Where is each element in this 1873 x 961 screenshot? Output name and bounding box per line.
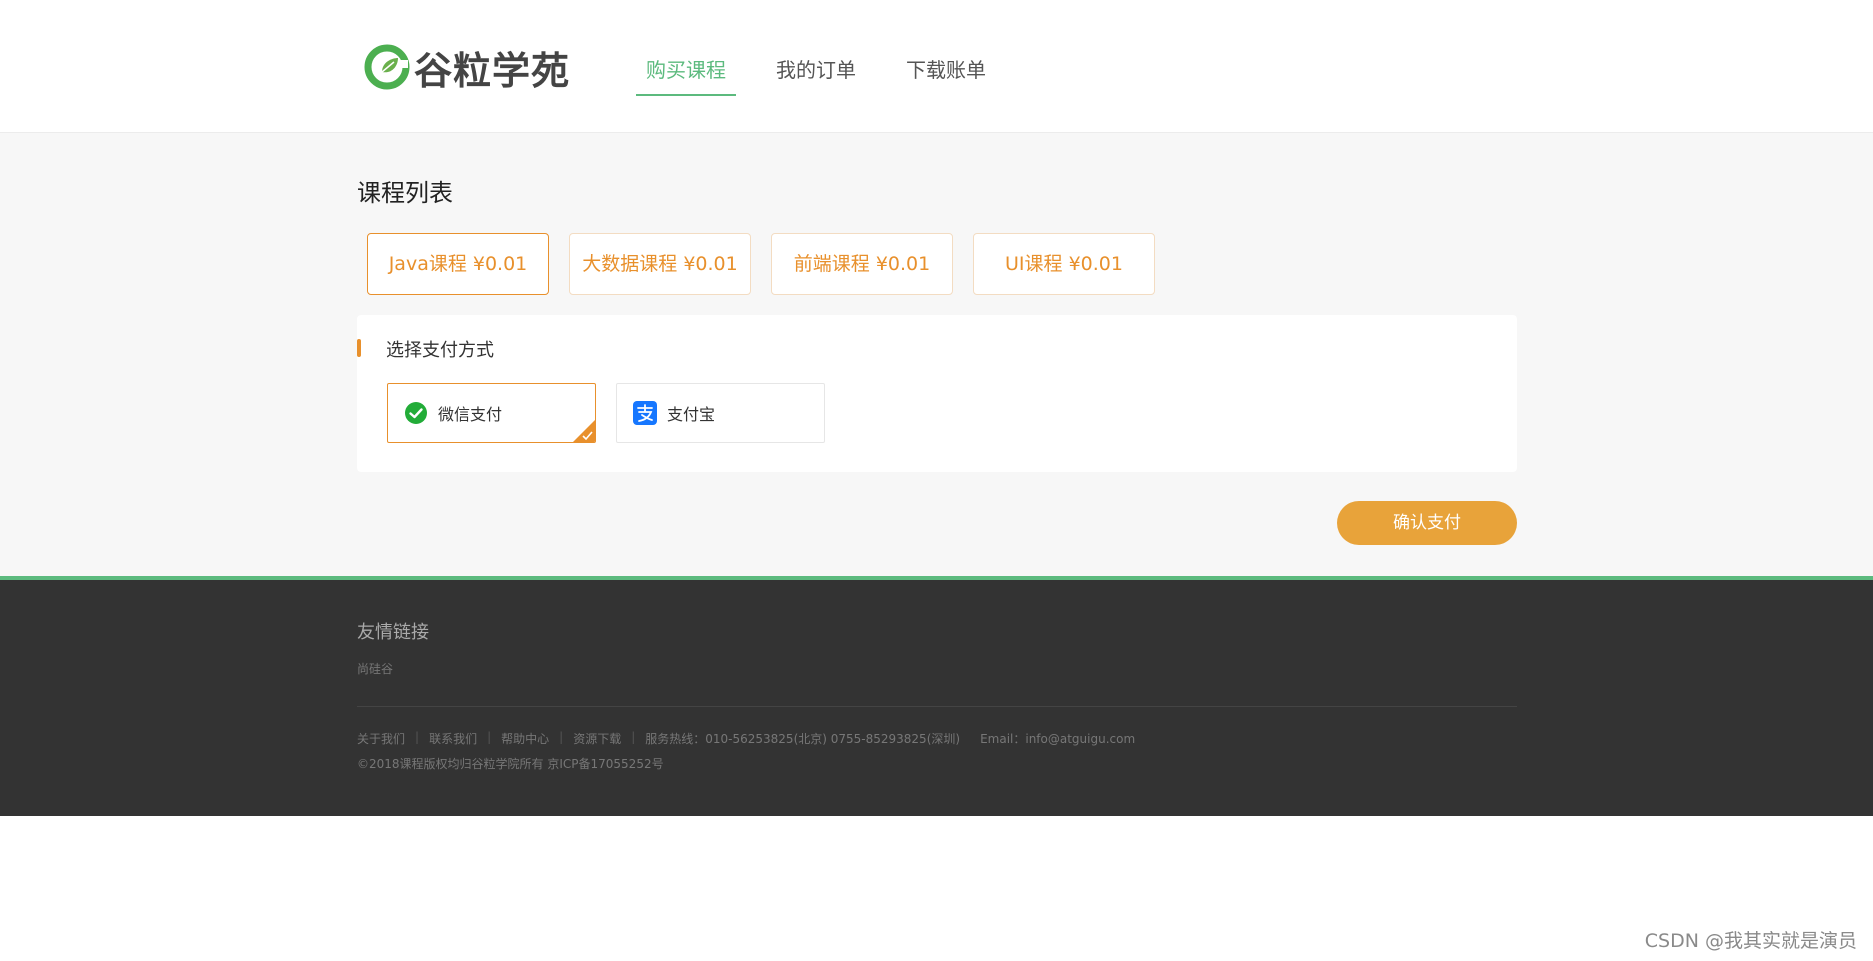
payment-panel: 选择支付方式 微信支付 支付宝 bbox=[357, 315, 1517, 472]
course-bigdata[interactable]: 大数据课程 ¥0.01 bbox=[569, 233, 751, 295]
alipay-icon bbox=[633, 401, 657, 425]
payment-option-label: 支付宝 bbox=[667, 405, 716, 424]
footer-link-contact[interactable]: 联系我们 bbox=[429, 730, 477, 747]
footer-separator: | bbox=[631, 730, 636, 744]
course-ui[interactable]: UI课程 ¥0.01 bbox=[973, 233, 1155, 295]
payment-title-accent bbox=[357, 339, 361, 357]
course-frontend[interactable]: 前端课程 ¥0.01 bbox=[771, 233, 953, 295]
csdn-watermark: CSDN @我其实就是演员 bbox=[1644, 930, 1857, 952]
footer-email: Email：info@atguigu.com bbox=[980, 732, 1136, 746]
payment-option-wechat[interactable]: 微信支付 bbox=[387, 383, 596, 443]
footer-separator: | bbox=[415, 730, 420, 744]
nav-download-bills[interactable]: 下载账单 bbox=[896, 48, 996, 96]
friend-link-atguigu[interactable]: 尚硅谷 bbox=[357, 660, 393, 677]
main-nav: 购买课程 我的订单 下载账单 bbox=[636, 48, 1026, 96]
selected-check-icon bbox=[573, 420, 595, 442]
site-footer: 友情链接 尚硅谷 关于我们 | 联系我们 | 帮助中心 | 资源下载 | 服务热… bbox=[0, 576, 1873, 816]
footer-separator: | bbox=[487, 730, 492, 744]
main-content: 课程列表 Java课程 ¥0.01 大数据课程 ¥0.01 前端课程 ¥0.01… bbox=[0, 133, 1873, 576]
site-header: 谷粒学苑 购买课程 我的订单 下载账单 bbox=[0, 0, 1873, 133]
payment-option-label: 微信支付 bbox=[438, 405, 503, 424]
footer-divider bbox=[357, 706, 1517, 707]
nav-my-orders[interactable]: 我的订单 bbox=[766, 48, 866, 96]
footer-link-downloads[interactable]: 资源下载 bbox=[573, 730, 621, 747]
footer-link-about[interactable]: 关于我们 bbox=[357, 730, 405, 747]
payment-title: 选择支付方式 bbox=[386, 340, 494, 361]
footer-separator: | bbox=[559, 730, 564, 744]
logo-text: 谷粒学苑 bbox=[414, 48, 571, 93]
footer-hotline: 服务热线：010-56253825(北京) 0755-85293825(深圳) bbox=[645, 732, 961, 746]
course-list-title: 课程列表 bbox=[357, 179, 453, 207]
payment-options: 微信支付 支付宝 bbox=[387, 383, 845, 443]
footer-links: 关于我们 | 联系我们 | 帮助中心 | 资源下载 | 服务热线：010-562… bbox=[357, 730, 1135, 747]
course-list: Java课程 ¥0.01 大数据课程 ¥0.01 前端课程 ¥0.01 UI课程… bbox=[367, 233, 1175, 295]
footer-link-help[interactable]: 帮助中心 bbox=[501, 730, 549, 747]
logo-leaf-icon bbox=[364, 44, 410, 90]
wechat-pay-icon bbox=[405, 402, 427, 424]
site-logo[interactable]: 谷粒学苑 bbox=[364, 42, 571, 93]
friend-links-title: 友情链接 bbox=[357, 622, 429, 643]
nav-buy-courses[interactable]: 购买课程 bbox=[636, 48, 736, 96]
payment-option-alipay[interactable]: 支付宝 bbox=[616, 383, 825, 443]
confirm-payment-button[interactable]: 确认支付 bbox=[1337, 501, 1517, 545]
course-java[interactable]: Java课程 ¥0.01 bbox=[367, 233, 549, 295]
footer-copyright: ©2018课程版权均归谷粒学院所有 京ICP备17055252号 bbox=[357, 757, 664, 771]
